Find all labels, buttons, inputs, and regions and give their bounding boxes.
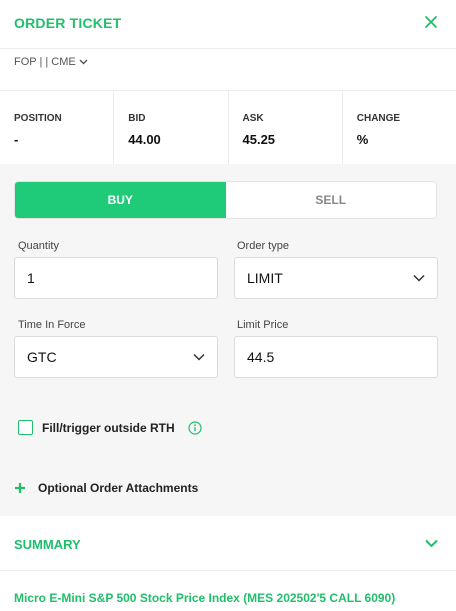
position-value: -	[14, 132, 19, 147]
plus-icon	[15, 483, 25, 493]
chevron-down-icon	[413, 274, 425, 282]
symbol-selector[interactable]: FOP | | CME	[14, 55, 88, 69]
change-cell: CHANGE %	[343, 91, 456, 164]
order-type-label: Order type	[237, 240, 289, 252]
position-label: POSITION	[14, 113, 62, 124]
bid-cell: BID 44.00	[114, 91, 229, 164]
order-type-value: LIMIT	[247, 270, 283, 286]
limit-price-value: 44.5	[247, 349, 275, 365]
ask-value: 45.25	[242, 132, 276, 147]
info-icon[interactable]	[188, 420, 202, 435]
side-toggle: BUY SELL	[14, 181, 437, 219]
order-type-select[interactable]: LIMIT	[234, 257, 438, 299]
attachments-label: Optional Order Attachments	[38, 481, 199, 495]
limit-price-label: Limit Price	[237, 319, 289, 331]
order-ticket-header: ORDER TICKET	[0, 0, 456, 49]
page-title: ORDER TICKET	[14, 15, 122, 31]
close-icon[interactable]	[424, 15, 438, 29]
bid-label: BID	[128, 113, 146, 124]
quantity-label: Quantity	[18, 240, 59, 252]
quote-row: POSITION - BID 44.00 ASK 45.25 CHANGE %	[0, 90, 456, 165]
ask-cell: ASK 45.25	[229, 91, 343, 164]
rth-checkbox[interactable]	[18, 420, 33, 435]
quantity-value: 1	[27, 270, 35, 286]
quantity-input[interactable]: 1	[14, 257, 218, 299]
tif-select[interactable]: GTC	[14, 336, 218, 378]
symbol-label: FOP | | CME	[14, 56, 76, 68]
sell-button[interactable]: SELL	[225, 182, 436, 218]
contract-description: Micro E-Mini S&P 500 Stock Price Index (…	[14, 591, 396, 605]
summary-title: SUMMARY	[14, 537, 81, 552]
limit-price-input[interactable]: 44.5	[234, 336, 438, 378]
change-label: CHANGE	[356, 113, 401, 124]
chevron-down-icon	[193, 353, 205, 361]
optional-attachments-button[interactable]: Optional Order Attachments	[14, 481, 198, 495]
chevron-down-icon	[79, 59, 88, 65]
rth-option: Fill/trigger outside RTH	[18, 420, 202, 435]
tif-value: GTC	[27, 349, 57, 365]
ask-label: ASK	[242, 113, 264, 124]
summary-section[interactable]: SUMMARY	[0, 518, 456, 571]
chevron-down-icon[interactable]	[425, 539, 438, 548]
buy-button[interactable]: BUY	[15, 182, 226, 218]
position-cell: POSITION -	[0, 91, 115, 164]
rth-label: Fill/trigger outside RTH	[42, 420, 175, 435]
tif-label: Time In Force	[18, 319, 86, 331]
bid-value: 44.00	[128, 132, 161, 147]
change-value: %	[356, 132, 369, 147]
